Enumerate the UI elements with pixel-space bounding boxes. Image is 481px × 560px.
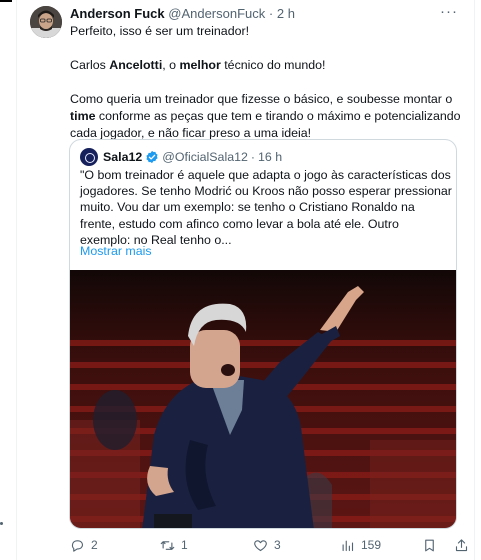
left-rail-marker xyxy=(0,0,12,2)
author-handle[interactable]: @AndersonFuck xyxy=(168,6,265,21)
tweet-text: Perfeito, isso é ser um treinador! Carlo… xyxy=(70,23,465,142)
tweet-actions: 2 1 3 159 xyxy=(70,536,470,554)
reply-button[interactable]: 2 xyxy=(70,536,98,554)
text-span: , o xyxy=(162,58,180,72)
quote-time: 16 h xyxy=(258,150,283,164)
text-span: Como queria um treinador que fizesse o b… xyxy=(70,92,453,106)
quote-author-name: Sala12 xyxy=(103,150,143,164)
quote-avatar xyxy=(80,148,98,166)
text-span: Carlos xyxy=(70,58,110,72)
views-icon xyxy=(342,540,354,551)
retweet-icon xyxy=(160,540,175,550)
text-span: técnico do mundo! xyxy=(220,58,326,72)
reply-count: 2 xyxy=(91,538,98,552)
retweet-button[interactable]: 1 xyxy=(160,536,188,554)
author-name[interactable]: Anderson Fuck xyxy=(70,6,165,21)
quoted-tweet[interactable]: Sala12 @OficialSala12 · 16 h "O bom trei… xyxy=(69,139,457,529)
left-rail-dot xyxy=(0,522,3,525)
separator-dot: · xyxy=(268,6,274,21)
share-button[interactable] xyxy=(454,536,475,554)
tweet-header: Anderson Fuck @AndersonFuck · 2 h xyxy=(70,6,450,22)
bookmark-icon xyxy=(425,539,434,551)
heart-icon xyxy=(254,539,267,551)
tweet-time[interactable]: 2 h xyxy=(277,6,295,21)
quote-separator: · xyxy=(250,150,256,164)
bookmark-button[interactable] xyxy=(422,536,443,554)
quote-author-handle: @OficialSala12 xyxy=(162,150,248,164)
tweet-paragraph-3: Como queria um treinador que fizesse o b… xyxy=(70,91,465,142)
quote-header: Sala12 @OficialSala12 · 16 h xyxy=(80,148,282,166)
more-icon[interactable]: ··· xyxy=(440,4,458,19)
reply-icon xyxy=(71,539,84,552)
show-more-link[interactable]: Mostrar mais xyxy=(80,244,152,258)
tweet-paragraph-1: Perfeito, isso é ser um treinador! xyxy=(70,24,250,38)
views-button[interactable]: 159 xyxy=(340,536,381,554)
tweet-paragraph-2: Carlos Ancelotti, o melhor técnico do mu… xyxy=(70,57,465,74)
bold-melhor: melhor xyxy=(179,58,221,72)
author-avatar[interactable] xyxy=(30,6,62,38)
quote-text: "O bom treinador é aquele que adapta o j… xyxy=(80,168,452,247)
views-count: 159 xyxy=(361,538,382,552)
retweet-count: 1 xyxy=(181,538,188,552)
verified-icon xyxy=(146,150,158,164)
bold-ancelotti: Ancelotti xyxy=(109,58,163,72)
text-span: conforme as peças que tem e tirando o má… xyxy=(70,109,461,140)
like-button[interactable]: 3 xyxy=(253,536,281,554)
like-count: 3 xyxy=(274,538,281,552)
quote-photo[interactable] xyxy=(70,270,456,529)
share-icon xyxy=(455,538,468,551)
bold-time: time xyxy=(70,109,96,123)
tweet[interactable]: Anderson Fuck @AndersonFuck · 2 h ··· Pe… xyxy=(16,0,475,560)
